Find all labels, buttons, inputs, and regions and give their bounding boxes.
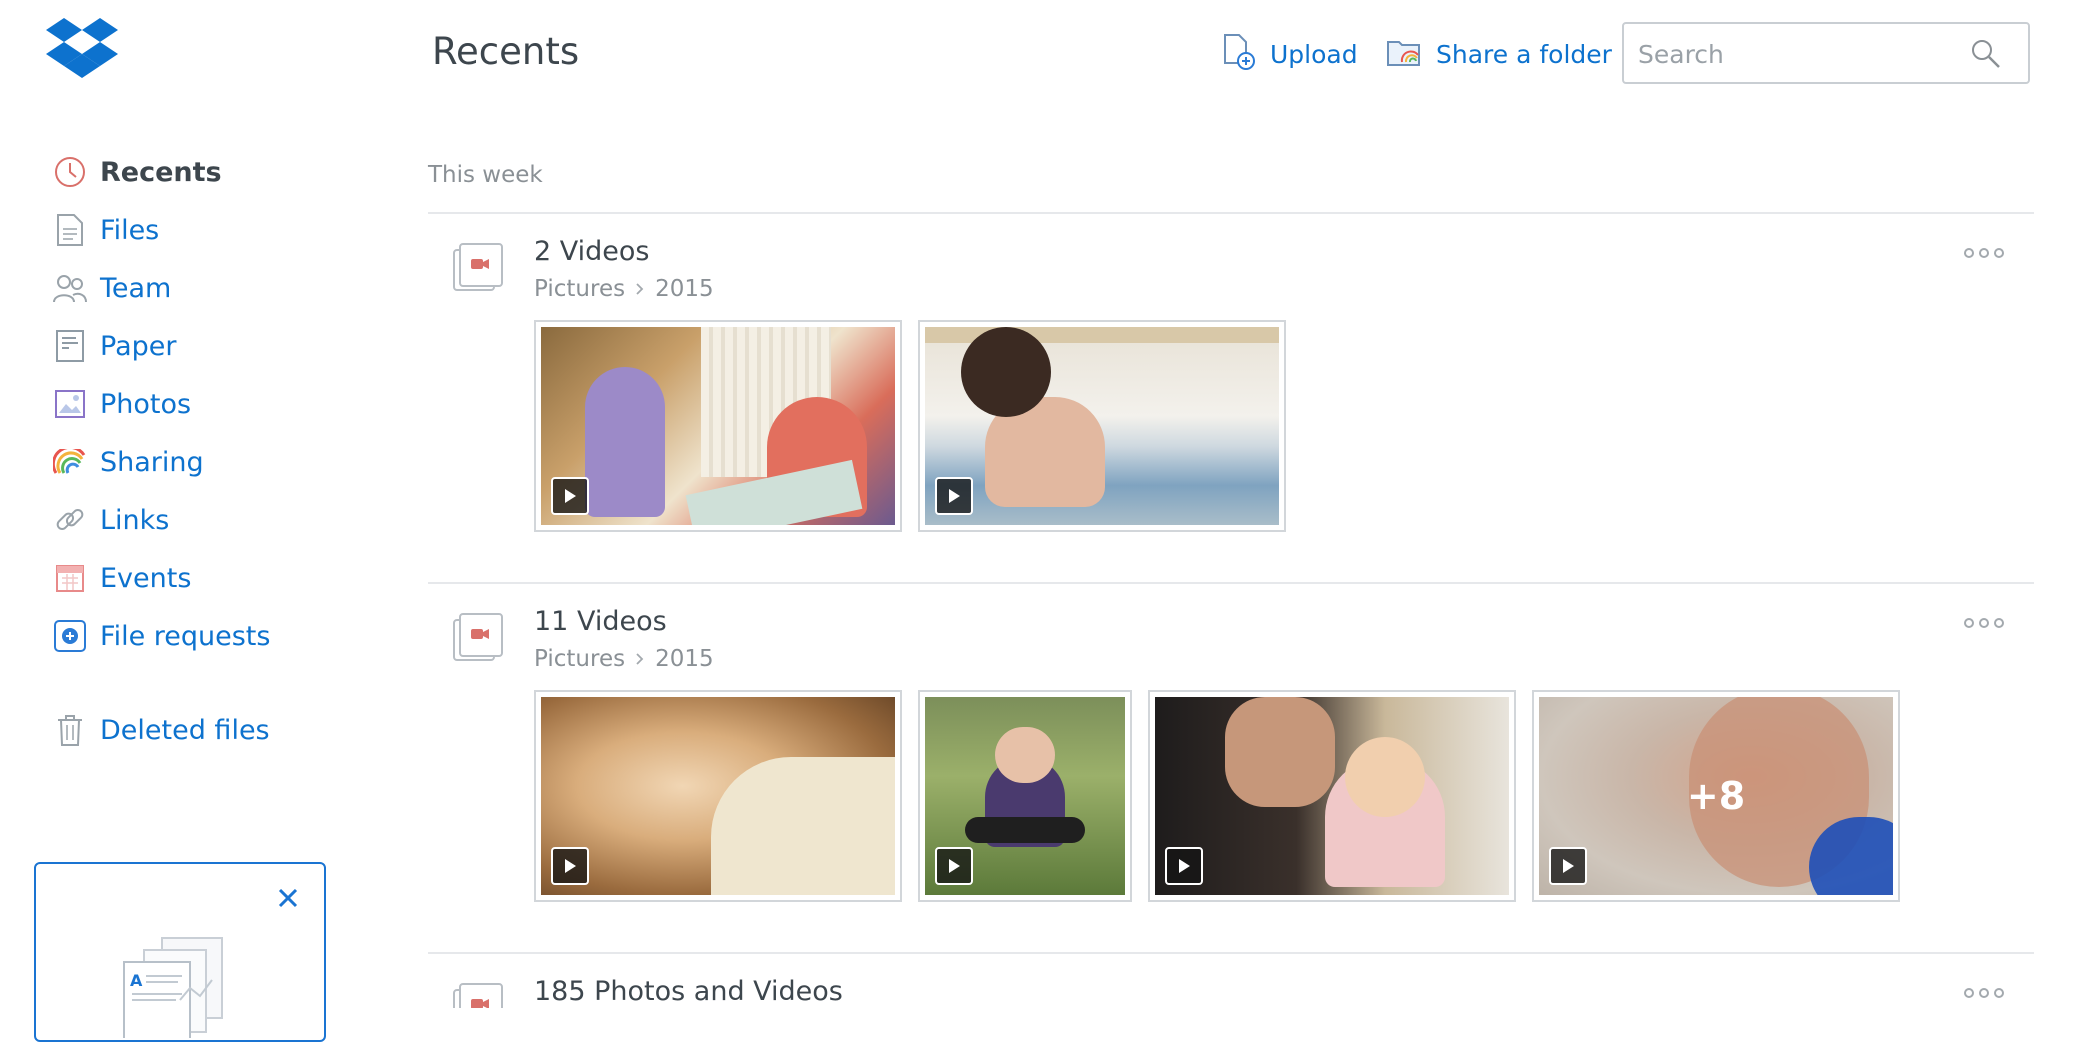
upload-button[interactable]: Upload [1222, 34, 1358, 74]
sidebar-item-files[interactable]: Files [52, 208, 159, 252]
clock-icon [52, 154, 88, 190]
trash-icon [52, 712, 88, 748]
sidebar-item-label: File requests [100, 620, 271, 652]
video-thumbnail[interactable] [1148, 690, 1516, 902]
video-preview-image [925, 697, 1125, 895]
video-preview-image [541, 327, 895, 525]
upload-file-icon [1222, 33, 1256, 75]
chevron-right-icon [635, 646, 645, 672]
recent-group: 2 Videos Pictures 2015 [428, 214, 2034, 580]
search-input[interactable] [1638, 34, 1958, 74]
sidebar-item-file-requests[interactable]: File requests [52, 614, 270, 658]
play-icon [1549, 847, 1587, 885]
rainbow-icon [52, 444, 88, 480]
search-box [1622, 22, 2030, 84]
share-folder-button[interactable]: Share a folder [1386, 34, 1612, 74]
promo-card: A [34, 862, 326, 1042]
upload-label: Upload [1270, 39, 1358, 69]
more-options-button[interactable] [1964, 248, 2004, 258]
more-options-button[interactable] [1964, 988, 2004, 998]
play-icon [551, 477, 589, 515]
file-icon [52, 212, 88, 248]
file-request-icon [52, 618, 88, 654]
play-icon [935, 477, 973, 515]
group-title[interactable]: 2 Videos [534, 236, 649, 267]
dropbox-logo-icon[interactable] [46, 16, 118, 80]
sidebar-item-label: Events [100, 562, 192, 594]
sidebar-item-label: Files [100, 214, 160, 246]
breadcrumb: Pictures 2015 [534, 276, 714, 302]
sidebar-item-label: Paper [100, 330, 177, 362]
link-icon [52, 502, 88, 538]
play-icon [935, 847, 973, 885]
breadcrumb-item[interactable]: Pictures [534, 276, 625, 302]
sidebar-item-links[interactable]: Links [52, 498, 169, 542]
video-thumbnail[interactable] [918, 320, 1286, 532]
paper-docs-illustration-icon: A [116, 928, 256, 1042]
search-icon[interactable] [1970, 38, 2002, 74]
video-thumbnail[interactable]: +8 [1532, 690, 1900, 902]
sidebar-item-label: Links [100, 504, 170, 536]
breadcrumb-item[interactable]: 2015 [655, 646, 714, 672]
video-thumbnail[interactable] [534, 320, 902, 532]
more-options-button[interactable] [1964, 618, 2004, 628]
video-preview-image [1155, 697, 1509, 895]
group-title[interactable]: 11 Videos [534, 606, 667, 637]
paper-icon [52, 328, 88, 364]
video-stack-icon [452, 610, 506, 664]
sidebar-item-label: Photos [100, 388, 192, 420]
sidebar-item-sharing[interactable]: Sharing [52, 440, 204, 484]
breadcrumb: Pictures 2015 [534, 646, 714, 672]
recent-group: 11 Videos Pictures 2015 +8 [428, 584, 2034, 950]
video-preview-image [541, 697, 895, 895]
sidebar-item-photos[interactable]: Photos [52, 382, 191, 426]
sidebar-item-label: Deleted files [100, 714, 270, 746]
breadcrumb-item[interactable]: Pictures [534, 646, 625, 672]
video-preview-image: +8 [1539, 697, 1893, 895]
video-stack-icon [452, 240, 506, 294]
sidebar-item-label: Sharing [100, 446, 204, 478]
play-icon [551, 847, 589, 885]
video-stack-icon [452, 980, 506, 1008]
group-title[interactable]: 185 Photos and Videos [534, 976, 843, 1007]
sidebar-item-events[interactable]: Events [52, 556, 191, 600]
page-title: Recents [432, 30, 580, 73]
team-icon [52, 270, 88, 306]
play-icon [1165, 847, 1203, 885]
sidebar-item-team[interactable]: Team [52, 266, 171, 310]
sidebar-item-paper[interactable]: Paper [52, 324, 176, 368]
sidebar-item-label: Recents [100, 156, 222, 188]
sidebar-item-deleted-files[interactable]: Deleted files [52, 708, 270, 752]
video-preview-image [925, 327, 1279, 525]
close-icon[interactable] [276, 886, 300, 910]
sidebar-item-label: Team [100, 272, 172, 304]
sidebar: Recents Files Team Paper Photos Sharing … [0, 0, 400, 1042]
video-thumbnail[interactable] [918, 690, 1132, 902]
sidebar-item-recents[interactable]: Recents [52, 150, 222, 194]
calendar-icon [52, 560, 88, 596]
video-thumbnail[interactable] [534, 690, 902, 902]
svg-text:A: A [130, 971, 143, 990]
recent-group: 185 Photos and Videos [428, 954, 2034, 1008]
breadcrumb-item[interactable]: 2015 [655, 276, 714, 302]
section-label: This week [428, 162, 543, 188]
chevron-right-icon [635, 276, 645, 302]
shared-folder-icon [1386, 36, 1422, 72]
photo-icon [52, 386, 88, 422]
more-count-label: +8 [1686, 774, 1746, 818]
share-folder-label: Share a folder [1436, 39, 1612, 69]
